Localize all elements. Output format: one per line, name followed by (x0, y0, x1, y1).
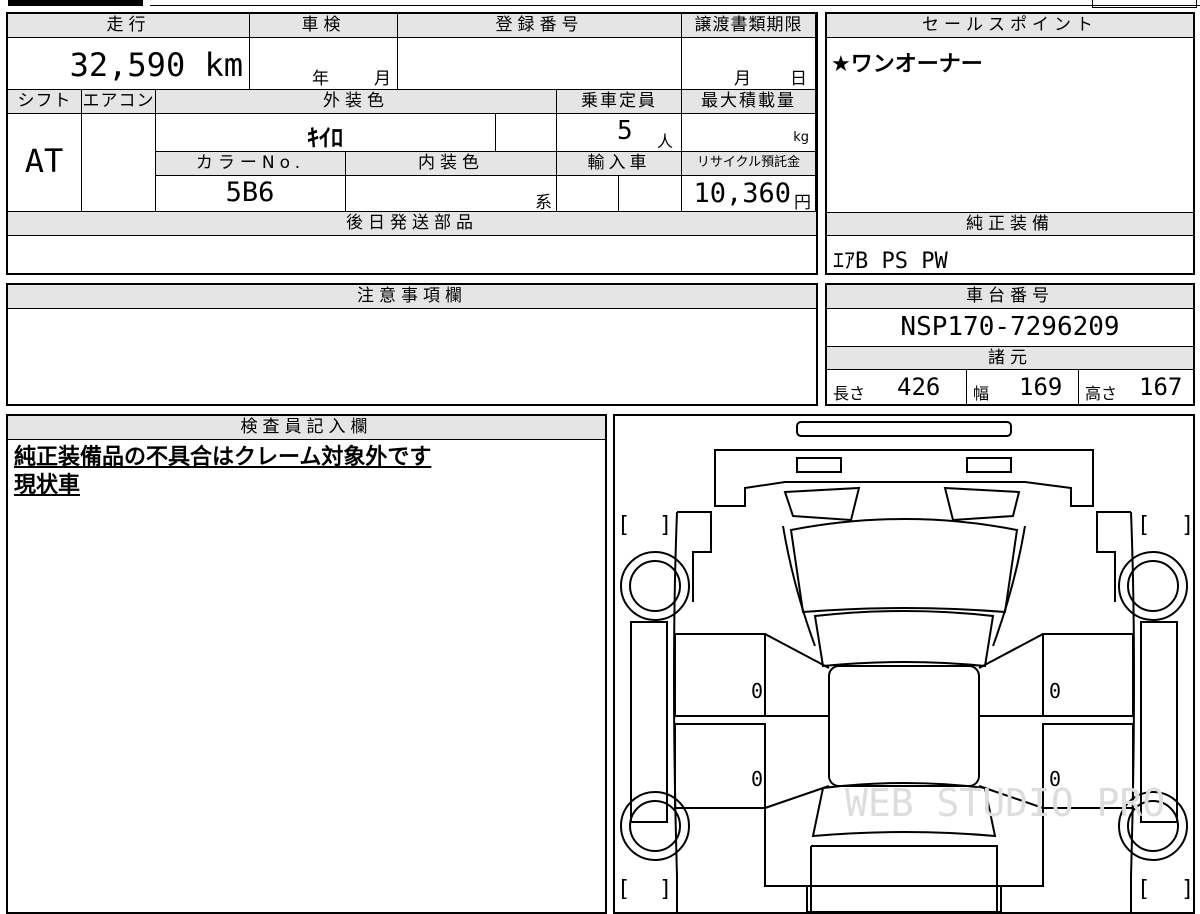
spec-width-value: 169 (1019, 373, 1063, 401)
max-load-cell: kg (682, 114, 816, 152)
inspection-cell: 年 月 (250, 38, 398, 90)
exterior-color-label: 外装色 (156, 90, 557, 114)
spec-length: 長さ 426 (827, 370, 967, 404)
spec-length-value: 426 (897, 373, 941, 401)
import-cell-a (557, 176, 619, 212)
notes-box: 注意事項欄 (6, 283, 818, 406)
watermark: WEB STUDIO PRO (845, 781, 1165, 825)
recycle-cell: 10,360 円 (682, 176, 816, 213)
chassis-label: 車台番号 (827, 285, 1193, 309)
import-cell-b (619, 176, 682, 212)
recycle-value: 10,360 (693, 178, 791, 209)
sales-point-label: セールスポイント (827, 14, 1193, 38)
mark-right-front-door: 0 (1049, 679, 1061, 703)
max-load-label: 最大積載量 (682, 90, 816, 114)
inspector-box: 検査員記入欄 純正装備品の不具合はクレーム対象外です 現状車 (6, 414, 607, 914)
svg-text:]: ] (1181, 877, 1193, 902)
transfer-deadline-cell: 月 日 (682, 38, 816, 90)
svg-text:[: [ (1137, 513, 1150, 538)
spec-width: 幅 169 (967, 370, 1079, 404)
inspection-month: 月 (374, 69, 391, 89)
inspector-label: 検査員記入欄 (8, 416, 605, 440)
sales-equipment-box: セールスポイント ★ワンオーナー 純正装備 ｴｱB PS PW (825, 12, 1195, 275)
capacity-value: 5 (617, 116, 633, 146)
later-parts-value (8, 236, 816, 273)
svg-text:]: ] (659, 513, 672, 538)
transfer-month: 月 (734, 69, 751, 89)
capacity-unit: 人 (657, 132, 674, 151)
sales-point-value: ★ワンオーナー (831, 52, 983, 77)
inspection-label: 車検 (250, 14, 398, 38)
registration-label: 登録番号 (398, 14, 682, 38)
recycle-label: リサイクル預託金 (682, 152, 816, 176)
aircon-label: エアコン (82, 90, 156, 114)
notes-label: 注意事項欄 (8, 285, 816, 309)
color-no-cell: 5B6 (156, 176, 346, 212)
mark-left-front-door: 0 (751, 679, 763, 703)
svg-text:]: ] (1181, 513, 1193, 538)
aircon-value (82, 114, 156, 212)
color-no-label: カラーNo. (156, 152, 346, 176)
shift-cell: AT (8, 114, 82, 212)
interior-color-label: 内装色 (346, 152, 557, 176)
transfer-day: 日 (790, 69, 807, 89)
vehicle-info-table: 走行 車検 登録番号 譲渡書類期限 32,590 km 年 月 月 日 シフト … (6, 12, 818, 275)
capacity-label: 乗車定員 (557, 90, 682, 114)
max-load-unit: kg (793, 130, 809, 145)
color-no-value: 5B6 (225, 177, 275, 208)
genuine-equipment-label: 純正装備 (827, 212, 1193, 236)
spec-height-label: 高さ (1085, 384, 1118, 403)
spec-height: 高さ 167 (1079, 370, 1193, 404)
mileage-cell: 32,590 km (8, 38, 250, 90)
capacity-cell: 5 人 (557, 114, 682, 152)
inspector-line-2: 現状車 (14, 473, 81, 498)
registration-value (398, 38, 682, 90)
svg-text:[: [ (1137, 877, 1150, 902)
inspector-line-1: 純正装備品の不具合はクレーム対象外です (14, 445, 432, 470)
top-strip (0, 0, 1200, 8)
shift-value: AT (24, 142, 64, 180)
recycle-unit: 円 (794, 193, 811, 213)
interior-color-suffix: 系 (535, 193, 552, 213)
later-parts-label: 後日発送部品 (8, 212, 816, 236)
chassis-value: NSP170-7296209 (900, 312, 1120, 342)
shift-label: シフト (8, 90, 82, 114)
mileage-label: 走行 (8, 14, 250, 38)
exterior-color-value: ｷｲﾛ (307, 124, 343, 152)
exterior-color-extra (496, 114, 557, 152)
car-diagram: [] [] [] [] 0 0 0 0 WEB STUDIO PRO (617, 421, 1193, 912)
interior-color-cell: 系 (346, 176, 557, 213)
car-diagram-box: [] [] [] [] 0 0 0 0 WEB STUDIO PRO (613, 414, 1195, 914)
svg-text:]: ] (659, 877, 672, 902)
transfer-deadline-label: 譲渡書類期限 (682, 14, 816, 38)
svg-text:[: [ (617, 513, 630, 538)
import-label: 輸入車 (557, 152, 682, 176)
specs-label: 諸元 (827, 346, 1193, 370)
chassis-specs-box: 車台番号 NSP170-7296209 諸元 長さ 426 幅 169 高さ 1… (825, 283, 1195, 406)
svg-text:[: [ (617, 877, 630, 902)
spec-width-label: 幅 (973, 384, 990, 403)
mileage-value: 32,590 km (69, 46, 243, 84)
mark-left-rear-door: 0 (751, 767, 763, 791)
genuine-equipment-value: ｴｱB PS PW (833, 249, 948, 274)
exterior-color-cell: ｷｲﾛ (156, 114, 496, 152)
spec-height-value: 167 (1139, 373, 1183, 401)
spec-length-label: 長さ (833, 384, 866, 403)
inspection-year: 年 (312, 69, 329, 89)
